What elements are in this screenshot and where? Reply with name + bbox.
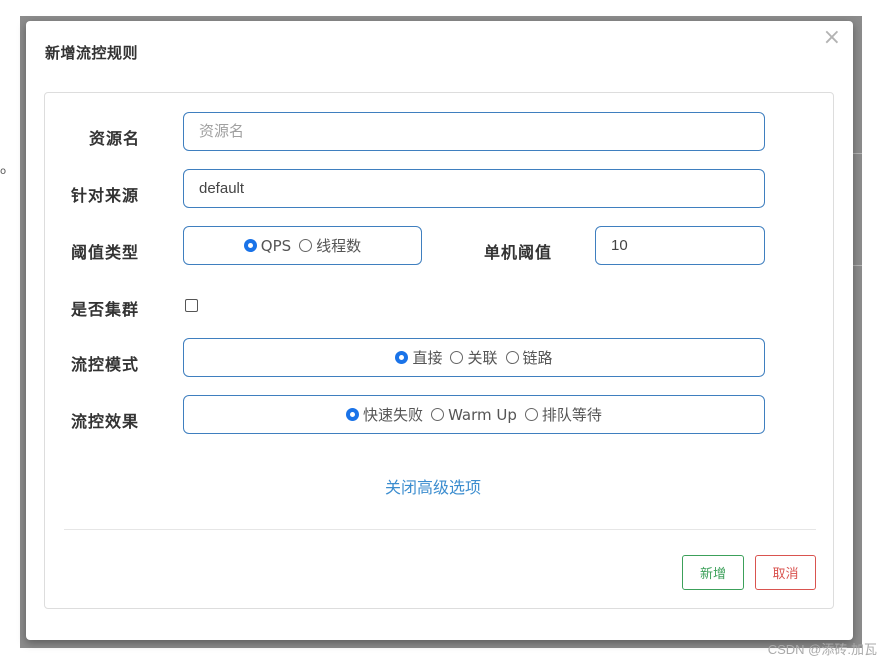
threshold-type-label: 阈值类型 xyxy=(71,243,140,262)
radio-label: 线程数 xyxy=(316,237,362,255)
close-icon[interactable]: × xyxy=(823,27,841,49)
radio-label: QPS xyxy=(260,236,292,255)
threshold-type-option-threads[interactable]: 线程数 xyxy=(299,235,361,256)
background-divider xyxy=(853,153,862,154)
radio-unchecked-icon[interactable] xyxy=(450,351,464,364)
threshold-type-group: QPS 线程数 xyxy=(183,226,422,265)
flow-mode-label: 流控模式 xyxy=(71,355,140,374)
flow-mode-option-related[interactable]: 关联 xyxy=(450,347,498,368)
source-input[interactable] xyxy=(199,170,749,207)
flow-mode-option-chain[interactable]: 链路 xyxy=(505,347,553,368)
dialog-title: 新增流控规则 xyxy=(45,44,139,62)
flow-mode-group: 直接 关联 链路 xyxy=(183,338,765,377)
radio-unchecked-icon[interactable] xyxy=(505,351,519,364)
radio-label: 直接 xyxy=(412,349,443,367)
toggle-advanced-options-link[interactable]: 关闭高级选项 xyxy=(385,474,481,498)
radio-label: 排队等待 xyxy=(541,406,602,424)
cluster-label: 是否集群 xyxy=(71,300,140,319)
add-button[interactable]: 新增 xyxy=(682,555,744,590)
radio-label: Warm Up xyxy=(448,405,517,424)
radio-label: 关联 xyxy=(467,349,498,367)
radio-label: 链路 xyxy=(522,349,553,367)
radio-checked-icon[interactable] xyxy=(346,408,360,421)
resource-name-field xyxy=(183,112,765,151)
cancel-button[interactable]: 取消 xyxy=(755,555,816,590)
radio-checked-icon[interactable] xyxy=(395,351,409,364)
source-field xyxy=(183,169,765,208)
resource-name-label: 资源名 xyxy=(89,129,141,148)
threshold-type-option-qps[interactable]: QPS xyxy=(243,236,292,255)
background-text-fragment: o xyxy=(0,166,7,177)
flow-mode-option-direct[interactable]: 直接 xyxy=(395,347,442,368)
flow-effect-option-fast-fail[interactable]: 快速失败 xyxy=(346,404,423,425)
watermark: CSDN @添砖.加瓦 xyxy=(767,642,877,657)
radio-unchecked-icon[interactable] xyxy=(431,408,445,421)
background-divider xyxy=(853,265,862,266)
flow-effect-group: 快速失败 Warm Up 排队等待 xyxy=(183,395,765,434)
radio-label: 快速失败 xyxy=(363,406,424,424)
flow-effect-label: 流控效果 xyxy=(71,412,140,431)
footer-divider xyxy=(64,529,816,530)
flow-effect-option-warm-up[interactable]: Warm Up xyxy=(431,406,517,424)
add-flow-rule-dialog: 新增流控规则 × 资源名 针对来源 阈值类型 QPS 线程数 xyxy=(26,21,853,640)
single-threshold-input[interactable] xyxy=(611,227,749,264)
radio-unchecked-icon[interactable] xyxy=(299,239,313,252)
single-threshold-label: 单机阈值 xyxy=(484,243,553,262)
flow-effect-option-queue[interactable]: 排队等待 xyxy=(524,404,602,425)
resource-name-input[interactable] xyxy=(199,113,749,150)
radio-unchecked-icon[interactable] xyxy=(524,408,538,421)
radio-checked-icon[interactable] xyxy=(243,239,257,252)
form-panel: 资源名 针对来源 阈值类型 QPS 线程数 单机阈值 xyxy=(44,92,834,609)
cluster-checkbox[interactable] xyxy=(185,299,198,312)
source-label: 针对来源 xyxy=(71,186,140,205)
single-threshold-field xyxy=(595,226,765,265)
